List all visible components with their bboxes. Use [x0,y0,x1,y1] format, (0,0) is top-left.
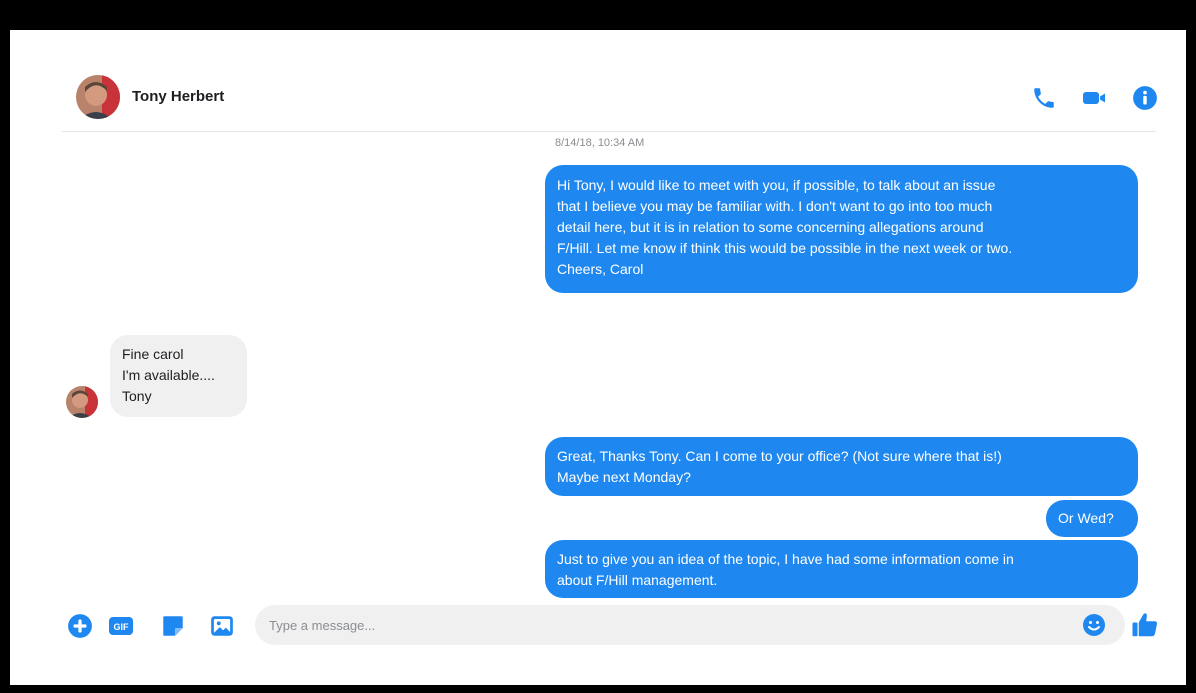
message-text-line: that I believe you may be familiar with.… [557,198,993,214]
header-divider [62,131,1156,132]
outgoing-message-bubble[interactable]: Or Wed? [1046,500,1138,537]
message-text-line: Hi Tony, I would like to meet with you, … [557,177,996,193]
incoming-message-bubble[interactable]: Fine carol I'm available.... Tony [110,335,247,417]
image-icon[interactable] [209,613,235,639]
message-text-line: Or Wed? [1058,510,1114,526]
message-text-line: I'm available.... [122,367,215,383]
message-text-line: Tony [122,388,152,404]
video-call-icon[interactable] [1081,85,1107,111]
info-icon[interactable] [1132,85,1158,111]
message-text-line: Cheers, Carol [557,261,644,277]
contact-name[interactable]: Tony Herbert [132,88,224,105]
emoji-icon[interactable] [1082,613,1106,637]
message-text-line: Fine carol [122,346,184,362]
outgoing-message-bubble[interactable]: Great, Thanks Tony. Can I come to your o… [545,437,1138,496]
gif-label: GIF [114,622,130,632]
contact-avatar-small[interactable] [66,386,98,418]
conversation-header: Tony Herbert [10,30,1186,130]
gif-icon[interactable]: GIF [108,613,134,639]
message-text-line: Just to give you an idea of the topic, I… [557,551,1014,567]
messenger-window: Tony Herbert 8/14/18, 10:34 AM Hi Tony, … [10,30,1186,685]
add-icon[interactable] [67,613,93,639]
message-input[interactable] [255,605,1125,645]
message-timestamp: 8/14/18, 10:34 AM [555,137,645,149]
sticker-icon[interactable] [160,613,186,639]
message-text-line: Maybe next Monday? [557,469,691,485]
message-text-line: detail here, but it is in relation to so… [557,219,984,235]
outgoing-message-bubble[interactable]: Just to give you an idea of the topic, I… [545,540,1138,598]
outgoing-message-bubble[interactable]: Hi Tony, I would like to meet with you, … [545,165,1138,293]
thumbs-up-icon[interactable] [1130,610,1160,640]
message-text-line: Great, Thanks Tony. Can I come to your o… [557,448,1002,464]
phone-icon[interactable] [1031,85,1057,111]
contact-avatar[interactable] [76,75,120,119]
message-text-line: F/Hill. Let me know if think this would … [557,240,1013,256]
message-text-line: about F/Hill management. [557,572,718,588]
